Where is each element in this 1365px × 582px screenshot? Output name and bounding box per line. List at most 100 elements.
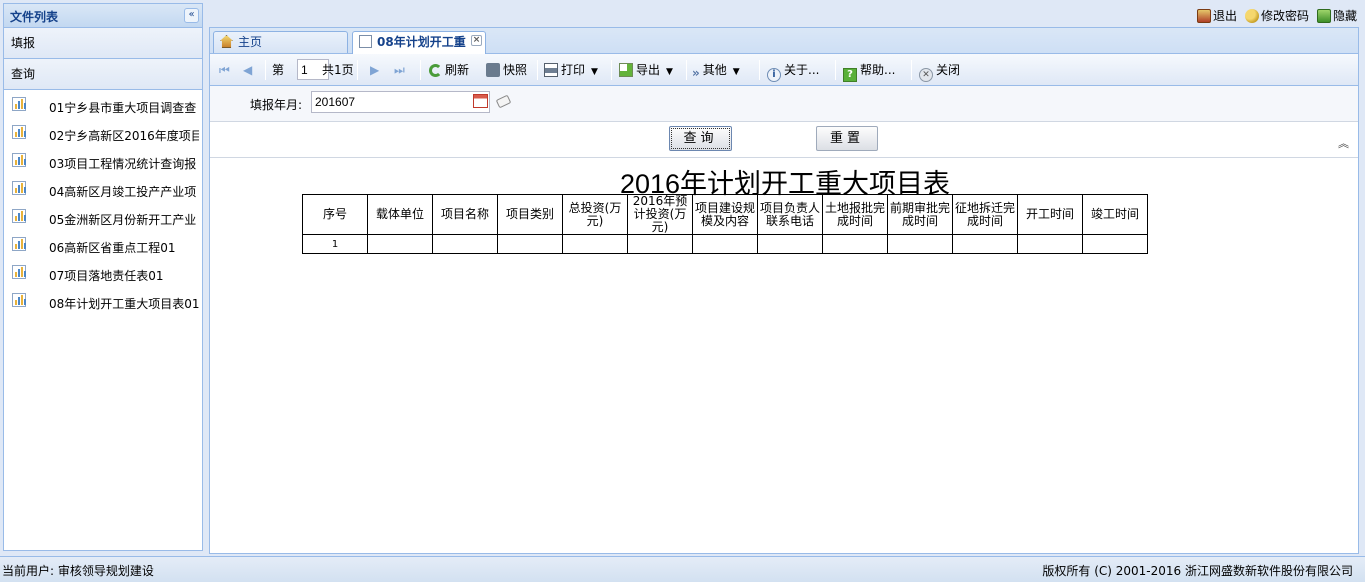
about-button[interactable]: i 关于... [767, 61, 819, 82]
reset-button[interactable]: 重置 [816, 126, 878, 151]
tab-home[interactable]: 主页 [213, 31, 348, 53]
change-password-link[interactable]: 修改密码 [1244, 7, 1309, 24]
prev-page-icon[interactable]: ◀ [243, 61, 252, 79]
column-header: 序号 [302, 194, 368, 235]
other-button[interactable]: » 其他 ▼ [692, 61, 740, 80]
hide-label: 隐藏 [1332, 9, 1357, 23]
file-item[interactable]: 07项目落地责任表01 [4, 261, 202, 289]
logout-link[interactable]: 退出 [1196, 7, 1237, 24]
top-actions: 退出 修改密码 隐藏 [1196, 7, 1357, 24]
file-item-label: 04高新区月竣工投产产业项 [49, 185, 197, 199]
file-item-label: 03项目工程情况统计查询报 [49, 157, 197, 171]
chart-report-icon [12, 97, 26, 111]
table-cell [692, 234, 758, 254]
table-cell [432, 234, 498, 254]
column-header: 征地拆迁完成时间 [952, 194, 1018, 235]
file-item[interactable]: 06高新区省重点工程01 [4, 233, 202, 261]
help-button[interactable]: ? 帮助... [843, 61, 896, 82]
section-query[interactable]: 查询 [4, 59, 202, 90]
file-item[interactable]: 01宁乡县市重大项目调查查 [4, 93, 202, 121]
file-list-title: 文件列表 [10, 10, 59, 24]
chevron-down-icon: ▼ [732, 67, 740, 77]
change-password-label: 修改密码 [1260, 9, 1309, 23]
page-total: 共1页 [322, 63, 354, 77]
file-item-label: 08年计划开工重大项目表01 [49, 297, 199, 311]
file-item[interactable]: 02宁乡高新区2016年度项目 [4, 121, 202, 149]
last-page-icon[interactable]: ⏭ [394, 61, 405, 79]
snapshot-button[interactable]: 快照 [486, 61, 527, 79]
export-label: 导出 [636, 63, 661, 77]
table-cell [1017, 234, 1083, 254]
query-params: 填报年月: [210, 86, 1358, 122]
file-item[interactable]: 08年计划开工重大项目表01 [4, 289, 202, 317]
table-cell [497, 234, 563, 254]
collapse-panel-icon[interactable]: « [184, 8, 199, 23]
home-icon [220, 35, 233, 48]
column-header: 土地报批完成时间 [822, 194, 888, 235]
close-icon: ✕ [919, 68, 933, 82]
file-item-label: 01宁乡县市重大项目调查查 [49, 101, 197, 115]
tab-strip: 主页 08年计划开工重 × [210, 28, 1358, 54]
tab-report[interactable]: 08年计划开工重 × [352, 31, 486, 54]
next-page-icon[interactable]: ▶ [370, 61, 379, 79]
page-prefix: 第 [272, 63, 285, 77]
refresh-label: 刷新 [445, 63, 470, 77]
print-button[interactable]: 打印 ▼ [544, 61, 598, 79]
document-icon [359, 35, 372, 48]
info-icon: i [767, 68, 781, 82]
hide-link[interactable]: 隐藏 [1316, 7, 1357, 24]
chart-report-icon [12, 181, 26, 195]
other-label: 其他 [702, 63, 727, 77]
year-month-input[interactable] [311, 91, 490, 113]
query-button[interactable]: 查询 [669, 126, 732, 151]
table-cell [1082, 234, 1148, 254]
print-label: 打印 [561, 63, 586, 77]
chart-report-icon [12, 125, 26, 139]
column-header: 开工时间 [1017, 194, 1083, 235]
file-item[interactable]: 04高新区月竣工投产产业项 [4, 177, 202, 205]
printer-icon [544, 63, 558, 77]
table-cell [757, 234, 823, 254]
toolbar-divider [357, 60, 358, 80]
chart-report-icon [12, 265, 26, 279]
export-button[interactable]: 导出 ▼ [619, 61, 673, 79]
logout-label: 退出 [1212, 9, 1237, 23]
key-icon [1244, 8, 1259, 23]
calendar-icon[interactable] [473, 94, 488, 108]
first-page-icon[interactable]: ⏮ [219, 61, 230, 79]
file-item[interactable]: 03项目工程情况统计查询报 [4, 149, 202, 177]
copyright: 版权所有 (C) 2001-2016 浙江网盛数新软件股份有限公司 [1042, 564, 1353, 578]
refresh-button[interactable]: 刷新 [429, 61, 469, 79]
double-chevron-right-icon: » [692, 66, 700, 80]
section-fill-report[interactable]: 填报 [4, 28, 202, 59]
table-cell [952, 234, 1018, 254]
report-table: 序号 载体单位 项目名称 项目类别 总投资(万元) 2016年预计投资(万元) 项目建设规模… [302, 194, 1148, 254]
column-header: 竣工时间 [1082, 194, 1148, 235]
file-item[interactable]: 05金洲新区月份新开工产业 [4, 205, 202, 233]
toolbar-divider [265, 60, 266, 80]
toolbar-divider [537, 60, 538, 80]
table-cell [367, 234, 433, 254]
chevron-down-icon: ▼ [591, 67, 598, 77]
export-icon [619, 63, 633, 77]
report-header-row: 序号 载体单位 项目名称 项目类别 总投资(万元) 2016年预计投资(万元) 项目建设规模… [302, 194, 1148, 235]
close-tab-icon[interactable]: × [471, 35, 482, 46]
chart-report-icon [12, 237, 26, 251]
table-cell [627, 234, 693, 254]
toolbar-divider [911, 60, 912, 80]
help-label: 帮助... [860, 63, 896, 77]
refresh-icon [429, 64, 442, 77]
year-month-label: 填报年月: [250, 98, 303, 112]
snapshot-label: 快照 [503, 63, 528, 77]
close-button[interactable]: ✕ 关闭 [919, 61, 960, 82]
status-bar: 当前用户: 审核领导规划建设 版权所有 (C) 2001-2016 浙江网盛数新… [0, 556, 1365, 582]
column-header: 前期审批完成时间 [887, 194, 953, 235]
file-item-label: 06高新区省重点工程01 [49, 241, 176, 255]
exit-icon [1196, 8, 1211, 23]
toolbar-divider [835, 60, 836, 80]
eraser-icon[interactable] [495, 94, 512, 109]
collapse-params-icon[interactable]: ︽ [1338, 135, 1349, 151]
file-item-label: 02宁乡高新区2016年度项目 [49, 129, 199, 143]
column-header: 项目建设规模及内容 [692, 194, 758, 235]
chart-report-icon [12, 153, 26, 167]
